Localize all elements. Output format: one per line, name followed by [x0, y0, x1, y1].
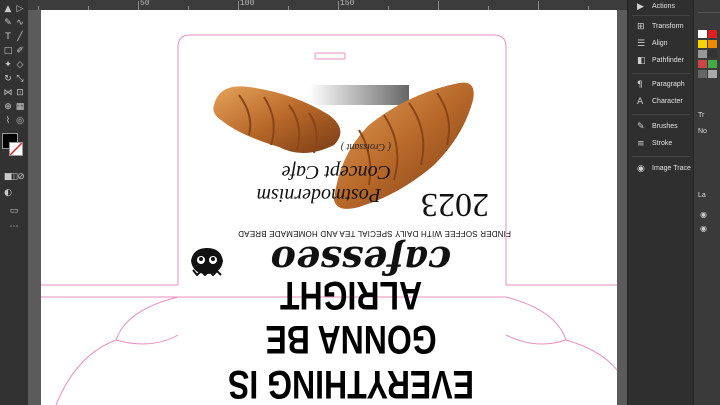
type-tool-icon[interactable]: T — [3, 32, 13, 42]
tools-panel: ▲ ▷ ✎ ∿ T ╱ □ ✐ ✦ ◇ ↻ ⤡ ⋈ ⊡ ⊕ ▦ ⌇ ◎ ■ ◫ … — [0, 0, 29, 405]
panel-item-paragraph[interactable]: ¶ Paragraph — [628, 78, 694, 94]
swatch[interactable] — [708, 40, 717, 48]
ruler-label: 50 — [140, 0, 150, 8]
rotate-tool-icon[interactable]: ↻ — [3, 74, 13, 84]
direct-selection-icon[interactable]: ▷ — [15, 4, 25, 14]
panel-item-align[interactable]: ☰ Align — [628, 37, 694, 53]
visibility-eye-icon[interactable]: ◉ — [700, 210, 707, 219]
selection-tool-icon[interactable]: ▲ — [3, 4, 13, 14]
swatch[interactable] — [708, 70, 717, 78]
rectangle-tool-icon[interactable]: □ — [3, 46, 13, 56]
swatch[interactable] — [708, 50, 717, 58]
year-text: 2023 — [421, 186, 489, 223]
align-icon: ☰ — [637, 39, 646, 49]
ruler-label: 150 — [340, 0, 355, 8]
none-mode-icon[interactable]: ⊘ — [16, 172, 26, 182]
width-tool-icon[interactable]: ⋈ — [3, 88, 13, 98]
artboard[interactable]: ( Croissant ) Concept Cafe Postmodernism… — [41, 10, 617, 405]
swatches-layers-panel: Tr No La ◉ ◉ — [693, 0, 720, 405]
pen-tool-icon[interactable]: ✎ — [3, 18, 13, 28]
stroke-swatch[interactable] — [9, 142, 23, 156]
croissant-label: ( Croissant ) — [340, 141, 391, 152]
eyedropper-icon[interactable]: ⌇ — [3, 116, 13, 126]
draw-mode-icon[interactable]: ◐ — [3, 188, 13, 198]
panel-item-transform[interactable]: ⊞ Transform — [628, 20, 694, 36]
ruler-label: 100 — [240, 0, 255, 8]
layers-tab[interactable]: La — [698, 192, 706, 199]
image-trace-icon: ◉ — [637, 164, 645, 174]
swatch[interactable] — [698, 60, 707, 68]
tagline: FINDER SOFFEE WITH DAILY SPECIAL TEA AND… — [238, 229, 511, 238]
panel-item-image-trace[interactable]: ◉ Image Trace — [628, 162, 694, 178]
line-tool-icon[interactable]: ╱ — [15, 32, 25, 42]
docked-panels: ▶ Actions ⊞ Transform ☰ Align ◧ Pathfind… — [627, 0, 694, 405]
eraser-icon[interactable]: ◇ — [15, 60, 25, 70]
paintbrush-icon[interactable]: ✐ — [15, 46, 25, 56]
shaper-tool-icon[interactable]: ✦ — [3, 60, 13, 70]
transform-icon: ⊞ — [637, 22, 645, 32]
shape-builder-icon[interactable]: ⊕ — [3, 102, 13, 112]
headline-line1: GONNA BE ALRIGHT — [265, 273, 437, 361]
concept-line1: Postmodernism — [256, 184, 381, 206]
free-transform-icon[interactable]: ⊡ — [15, 88, 25, 98]
brush-icon: ✎ — [637, 122, 645, 132]
scale-tool-icon[interactable]: ⤡ — [15, 74, 25, 84]
swatch[interactable] — [708, 30, 717, 38]
visibility-eye-icon[interactable]: ◉ — [700, 224, 707, 233]
swatch[interactable] — [698, 50, 707, 58]
play-icon: ▶ — [637, 2, 644, 12]
document-canvas[interactable]: ( Croissant ) Concept Cafe Postmodernism… — [28, 10, 627, 405]
panel-item-brushes[interactable]: ✎ Brushes — [628, 120, 694, 136]
more-tools-icon[interactable]: ⋯ — [9, 222, 19, 232]
perspective-grid-icon[interactable]: ▦ — [15, 102, 25, 112]
headline-line2: EVERYTHING IS — [228, 362, 474, 405]
panel-item-stroke[interactable]: ≡ Stroke — [628, 137, 694, 153]
blend-tool-icon[interactable]: ◎ — [15, 116, 25, 126]
mascot-icon — [191, 248, 223, 276]
swatch[interactable] — [698, 40, 707, 48]
swatch[interactable] — [698, 70, 707, 78]
panel-item-character[interactable]: A Character — [628, 95, 694, 111]
panel-item-actions[interactable]: ▶ Actions — [628, 0, 694, 16]
swatch[interactable] — [698, 30, 707, 38]
character-icon: A — [637, 97, 644, 107]
blend-mode-label: No — [698, 128, 707, 135]
pathfinder-icon: ◧ — [637, 56, 646, 66]
swatch[interactable] — [708, 60, 717, 68]
paragraph-icon: ¶ — [637, 80, 643, 90]
stroke-icon: ≡ — [637, 139, 645, 149]
curvature-icon[interactable]: ∿ — [15, 18, 25, 28]
screen-mode-icon[interactable]: ▭ — [9, 206, 19, 216]
panel-item-pathfinder[interactable]: ◧ Pathfinder — [628, 54, 694, 70]
transparency-tab[interactable]: Tr — [698, 112, 704, 119]
